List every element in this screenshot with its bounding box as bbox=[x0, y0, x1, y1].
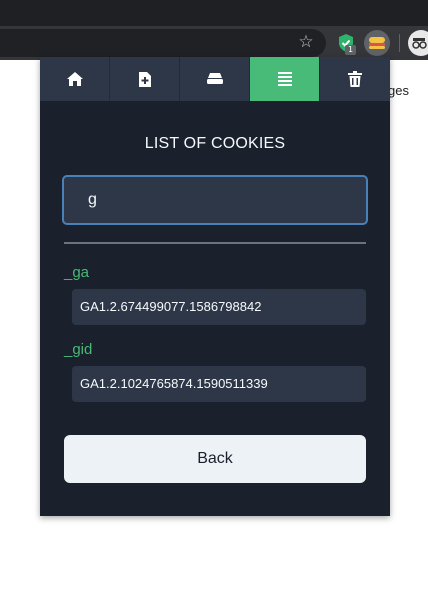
address-bar[interactable] bbox=[0, 29, 326, 57]
cookie-name-label: _gid bbox=[64, 341, 93, 358]
tab-delete[interactable] bbox=[320, 57, 390, 101]
home-icon bbox=[66, 72, 83, 86]
incognito-profile-icon[interactable] bbox=[408, 30, 428, 56]
extension-badge: 1 bbox=[345, 45, 356, 55]
stack-icon bbox=[206, 73, 223, 84]
tab-home[interactable] bbox=[40, 57, 110, 101]
file-plus-icon bbox=[138, 71, 151, 87]
divider bbox=[64, 242, 366, 244]
cookie-editor-popup: LIST OF COOKIES _ga GA1.2.674499077.1586… bbox=[40, 57, 390, 516]
back-button[interactable]: Back bbox=[64, 435, 366, 483]
tab-list[interactable] bbox=[250, 57, 320, 101]
trash-icon bbox=[348, 70, 362, 87]
toolbar-divider bbox=[399, 34, 400, 52]
list-icon bbox=[277, 72, 292, 86]
tab-stack[interactable] bbox=[180, 57, 250, 101]
cookie-name-label: _ga bbox=[64, 264, 90, 281]
cookie-extension-icon[interactable] bbox=[364, 30, 390, 56]
search-field[interactable] bbox=[62, 175, 368, 225]
cookie-value-field[interactable]: GA1.2.674499077.1586798842 bbox=[72, 289, 366, 325]
page-title: LIST OF COOKIES bbox=[144, 135, 286, 152]
background-page-text: ges bbox=[388, 83, 409, 98]
tab-add-cookie[interactable] bbox=[110, 57, 180, 101]
cookie-value-field[interactable]: GA1.2.1024765874.1590511339 bbox=[72, 366, 366, 402]
popup-nav bbox=[40, 57, 390, 101]
browser-tabstrip bbox=[0, 0, 428, 26]
search-input[interactable] bbox=[68, 180, 362, 220]
bookmark-star-icon[interactable]: ☆ bbox=[296, 32, 316, 52]
